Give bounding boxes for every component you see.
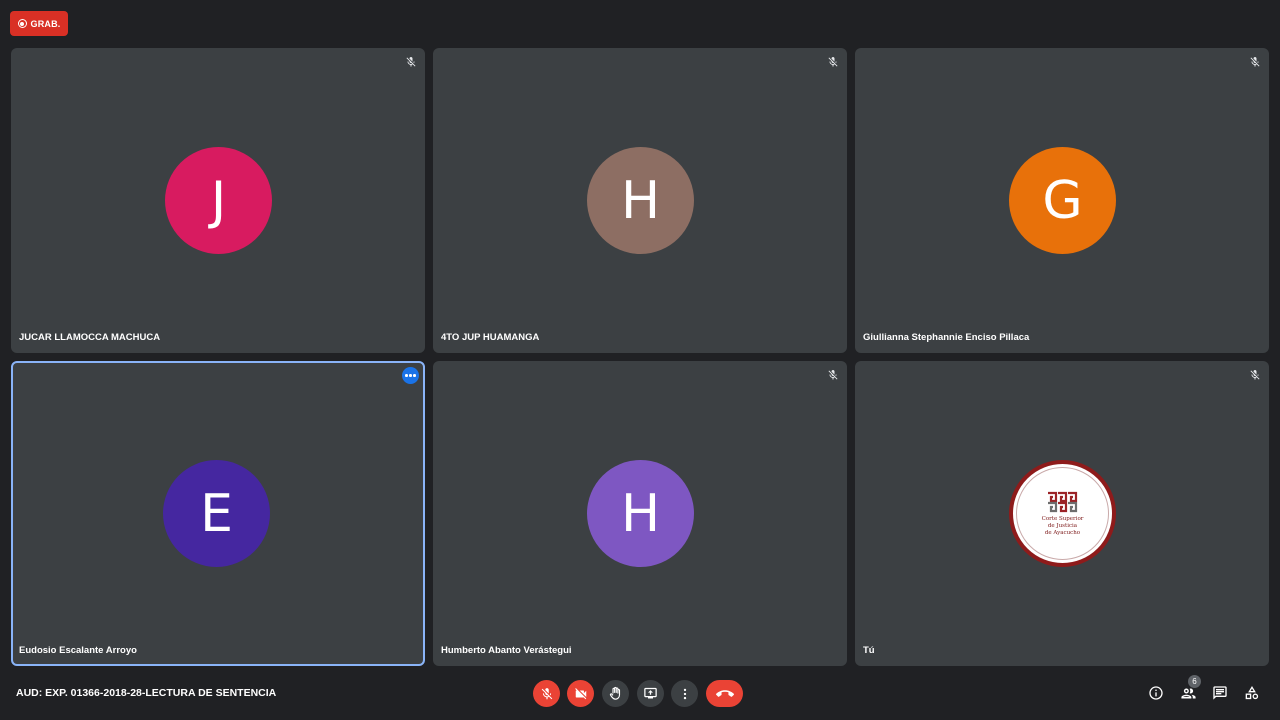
mic-off-icon <box>541 687 552 699</box>
camera-toggle-button[interactable] <box>567 680 594 707</box>
logo-line: Corte Superior <box>1041 515 1084 522</box>
participant-tile-active[interactable]: E Eudosio Escalante Arroyo <box>11 361 425 666</box>
recording-label: GRAB. <box>30 18 61 29</box>
court-logo: Corte Superior de Justicia de Ayacucho <box>1009 460 1116 567</box>
call-end-icon <box>715 689 734 697</box>
more-vert-icon <box>683 688 686 699</box>
participant-tile[interactable]: H Humberto Abanto Verástegui <box>433 361 847 666</box>
mic-off-icon <box>828 57 838 67</box>
participant-name: Tú <box>863 645 875 656</box>
meeting-title[interactable]: AUD: EXP. 01366-2018-28-LECTURA DE SENTE… <box>16 687 276 699</box>
chat-button[interactable] <box>1211 684 1229 702</box>
participant-avatar: H <box>587 147 694 254</box>
meeting-details-button[interactable] <box>1147 684 1165 702</box>
mic-toggle-button[interactable] <box>533 680 560 707</box>
participant-name: Giullianna Stephannie Enciso Pillaca <box>863 332 1030 343</box>
mic-off-icon <box>1250 370 1260 380</box>
participant-tile[interactable]: J JUCAR LLAMOCCA MACHUCA <box>11 48 425 353</box>
participant-options-button[interactable] <box>402 367 419 384</box>
present-screen-button[interactable] <box>637 680 664 707</box>
participant-avatar: J <box>165 147 272 254</box>
more-options-button[interactable] <box>671 680 698 707</box>
participant-tile[interactable]: G Giullianna Stephannie Enciso Pillaca <box>855 48 1269 353</box>
self-tile[interactable]: Corte Superior de Justicia de Ayacucho T… <box>855 361 1269 666</box>
logo-line: de Justicia <box>1047 522 1078 529</box>
participant-avatar: E <box>163 460 270 567</box>
shapes-icon <box>1245 686 1259 700</box>
record-icon <box>17 19 27 28</box>
raise-hand-button[interactable] <box>602 680 629 707</box>
participant-count-badge: 6 <box>1188 675 1201 688</box>
participant-tile[interactable]: H 4TO JUP HUAMANGA <box>433 48 847 353</box>
participant-avatar: H <box>587 460 694 567</box>
mic-off-icon <box>828 370 838 380</box>
participant-name: Eudosio Escalante Arroyo <box>19 645 137 656</box>
court-emblem-icon <box>1047 491 1077 512</box>
mic-off-icon <box>406 57 416 67</box>
recording-badge[interactable]: GRAB. <box>10 11 68 36</box>
meet-window: GRAB. J JUCAR LLAMOCCA MACHUCA H 4TO JUP… <box>0 0 1280 720</box>
participant-name: 4TO JUP HUAMANGA <box>441 332 540 343</box>
chat-icon <box>1213 686 1227 700</box>
logo-line: de Ayacucho <box>1044 529 1081 536</box>
participant-avatar: G <box>1009 147 1116 254</box>
raise-hand-icon <box>609 686 621 700</box>
participant-name: JUCAR LLAMOCCA MACHUCA <box>19 332 161 343</box>
mic-off-icon <box>1250 57 1260 67</box>
info-icon <box>1149 686 1163 700</box>
end-call-button[interactable] <box>706 680 743 707</box>
videocam-off-icon <box>574 687 586 699</box>
participant-name: Humberto Abanto Verástegui <box>441 645 572 656</box>
activities-button[interactable] <box>1243 684 1261 702</box>
present-screen-icon <box>644 687 657 699</box>
